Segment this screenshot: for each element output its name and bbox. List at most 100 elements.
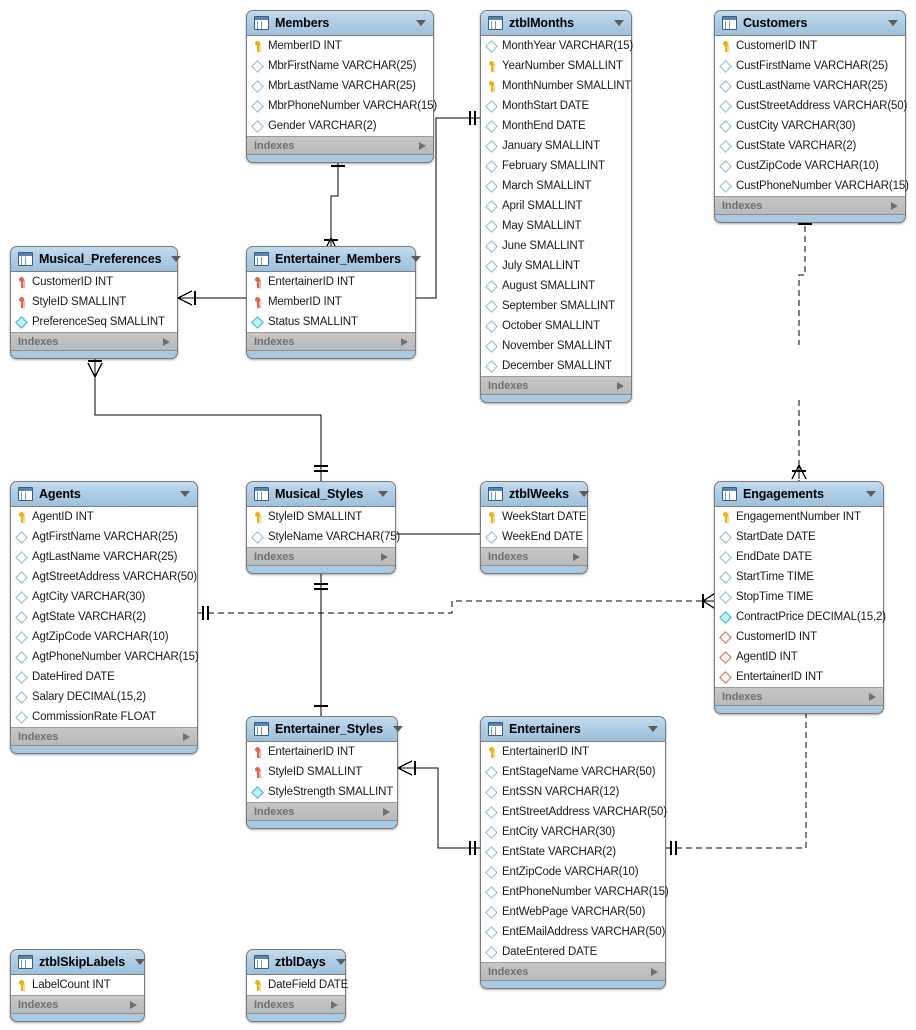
column-row[interactable]: Gender VARCHAR(2): [247, 116, 433, 136]
expand-indexes-icon[interactable]: [183, 732, 190, 741]
column-row[interactable]: EntPhoneNumber VARCHAR(15): [481, 882, 669, 902]
indexes-section-entertainer_styles[interactable]: Indexes: [247, 803, 397, 821]
expand-indexes-icon[interactable]: [401, 337, 408, 346]
indexes-section-musical_preferences[interactable]: Indexes: [11, 333, 177, 351]
chevron-down-icon[interactable]: [614, 20, 624, 26]
column-row[interactable]: October SMALLINT: [481, 316, 631, 336]
table-header-musical_styles[interactable]: Musical_Styles: [247, 482, 395, 507]
indexes-section-ztbldays[interactable]: Indexes: [247, 996, 345, 1014]
column-row[interactable]: CustFirstName VARCHAR(25): [715, 56, 905, 76]
column-row[interactable]: AgentID INT: [715, 647, 883, 667]
table-customers[interactable]: Customers CustomerID INT CustFirstName VAR…: [714, 10, 909, 223]
table-musical_preferences[interactable]: Musical_Preferences CustomerID INT StyleID…: [10, 246, 182, 359]
chevron-down-icon[interactable]: [416, 20, 426, 26]
column-row[interactable]: AgtLastName VARCHAR(25): [11, 547, 197, 567]
expand-indexes-icon[interactable]: [651, 967, 658, 976]
column-row[interactable]: CustStreetAddress VARCHAR(50): [715, 96, 907, 116]
column-row[interactable]: AgtState VARCHAR(2): [11, 607, 197, 627]
table-header-ztblmonths[interactable]: ztblMonths: [481, 11, 631, 36]
column-row[interactable]: EngagementNumber INT: [715, 507, 883, 527]
column-row[interactable]: August SMALLINT: [481, 276, 631, 296]
column-row[interactable]: June SMALLINT: [481, 236, 631, 256]
expand-indexes-icon[interactable]: [869, 692, 876, 701]
column-row[interactable]: EntZipCode VARCHAR(10): [481, 862, 665, 882]
chevron-down-icon[interactable]: [888, 20, 898, 26]
indexes-section-entertainers[interactable]: Indexes: [481, 963, 665, 981]
column-row[interactable]: Status SMALLINT: [247, 312, 415, 332]
table-agents[interactable]: Agents AgentID INT AgtFirstName VARCHAR(25…: [10, 481, 199, 754]
chevron-down-icon[interactable]: [866, 491, 876, 497]
column-row[interactable]: January SMALLINT: [481, 136, 631, 156]
column-row[interactable]: EntertainerID INT: [481, 742, 665, 762]
column-row[interactable]: CustCity VARCHAR(30): [715, 116, 905, 136]
column-row[interactable]: AgtStreetAddress VARCHAR(50): [11, 567, 197, 587]
column-row[interactable]: WeekStart DATE: [481, 507, 587, 527]
expand-indexes-icon[interactable]: [891, 201, 898, 210]
expand-indexes-icon[interactable]: [163, 337, 170, 346]
chevron-down-icon[interactable]: [180, 491, 190, 497]
column-row[interactable]: December SMALLINT: [481, 356, 631, 376]
indexes-section-ztblmonths[interactable]: Indexes: [481, 377, 631, 395]
column-row[interactable]: DateHired DATE: [11, 667, 197, 687]
column-row[interactable]: DateEntered DATE: [481, 942, 665, 962]
expand-indexes-icon[interactable]: [383, 807, 390, 816]
column-row[interactable]: EndDate DATE: [715, 547, 883, 567]
column-row[interactable]: CustZipCode VARCHAR(10): [715, 156, 905, 176]
column-row[interactable]: March SMALLINT: [481, 176, 631, 196]
expand-indexes-icon[interactable]: [573, 552, 580, 561]
column-row[interactable]: LabelCount INT: [11, 975, 144, 995]
column-row[interactable]: CustPhoneNumber VARCHAR(15): [715, 176, 909, 196]
expand-indexes-icon[interactable]: [419, 141, 426, 150]
indexes-section-musical_styles[interactable]: Indexes: [247, 548, 395, 566]
indexes-section-customers[interactable]: Indexes: [715, 197, 905, 215]
column-row[interactable]: StyleID SMALLINT: [11, 292, 177, 312]
indexes-section-engagements[interactable]: Indexes: [715, 688, 883, 706]
column-row[interactable]: AgtPhoneNumber VARCHAR(15): [11, 647, 199, 667]
indexes-section-members[interactable]: Indexes: [247, 137, 433, 155]
column-row[interactable]: EntStageName VARCHAR(50): [481, 762, 665, 782]
column-row[interactable]: MonthEnd DATE: [481, 116, 631, 136]
column-row[interactable]: MbrFirstName VARCHAR(25): [247, 56, 433, 76]
column-row[interactable]: StyleName VARCHAR(75): [247, 527, 400, 547]
expand-indexes-icon[interactable]: [381, 552, 388, 561]
column-row[interactable]: WeekEnd DATE: [481, 527, 587, 547]
column-row[interactable]: EntWebPage VARCHAR(50): [481, 902, 665, 922]
column-row[interactable]: September SMALLINT: [481, 296, 631, 316]
column-row[interactable]: November SMALLINT: [481, 336, 631, 356]
expand-indexes-icon[interactable]: [331, 1000, 338, 1009]
column-row[interactable]: DateField DATE: [247, 975, 348, 995]
table-header-entertainer_members[interactable]: Entertainer_Members: [247, 247, 421, 272]
column-row[interactable]: CustLastName VARCHAR(25): [715, 76, 905, 96]
column-row[interactable]: EntEMailAddress VARCHAR(50): [481, 922, 665, 942]
column-row[interactable]: StartTime TIME: [715, 567, 883, 587]
column-row[interactable]: MonthYear VARCHAR(15): [481, 36, 633, 56]
chevron-down-icon[interactable]: [135, 959, 146, 965]
column-row[interactable]: MbrLastName VARCHAR(25): [247, 76, 433, 96]
column-row[interactable]: AgentID INT: [11, 507, 197, 527]
table-engagements[interactable]: Engagements EngagementNumber INT StartDate…: [714, 481, 886, 714]
table-header-musical_preferences[interactable]: Musical_Preferences: [11, 247, 182, 272]
table-entertainers[interactable]: Entertainers EntertainerID INT EntStageNam…: [480, 716, 669, 989]
column-row[interactable]: StyleID SMALLINT: [247, 762, 397, 782]
table-header-ztblweeks[interactable]: ztblWeeks: [481, 482, 590, 507]
table-entertainer_styles[interactable]: Entertainer_Styles EntertainerID INT Style…: [246, 716, 403, 829]
column-row[interactable]: MonthStart DATE: [481, 96, 631, 116]
indexes-section-agents[interactable]: Indexes: [11, 728, 197, 746]
table-ztbldays[interactable]: ztblDays DateField DATE Indexes: [246, 949, 348, 1022]
column-row[interactable]: April SMALLINT: [481, 196, 631, 216]
column-row[interactable]: February SMALLINT: [481, 156, 631, 176]
table-musical_styles[interactable]: Musical_Styles StyleID SMALLINT StyleName …: [246, 481, 400, 574]
chevron-down-icon[interactable]: [335, 959, 346, 965]
table-ztblweeks[interactable]: ztblWeeks WeekStart DATE WeekEnd DATE Index…: [480, 481, 590, 574]
table-header-entertainer_styles[interactable]: Entertainer_Styles: [247, 717, 403, 742]
chevron-down-icon[interactable]: [579, 491, 590, 497]
table-entertainer_members[interactable]: Entertainer_Members EntertainerID INT Memb…: [246, 246, 421, 359]
column-row[interactable]: StartDate DATE: [715, 527, 883, 547]
column-row[interactable]: ContractPrice DECIMAL(15,2): [715, 607, 886, 627]
column-row[interactable]: CustomerID INT: [715, 627, 883, 647]
table-header-agents[interactable]: Agents: [11, 482, 197, 507]
column-row[interactable]: MbrPhoneNumber VARCHAR(15): [247, 96, 437, 116]
indexes-section-entertainer_members[interactable]: Indexes: [247, 333, 415, 351]
table-header-ztblskiplabels[interactable]: ztblSkipLabels: [11, 950, 146, 975]
column-row[interactable]: EntState VARCHAR(2): [481, 842, 665, 862]
